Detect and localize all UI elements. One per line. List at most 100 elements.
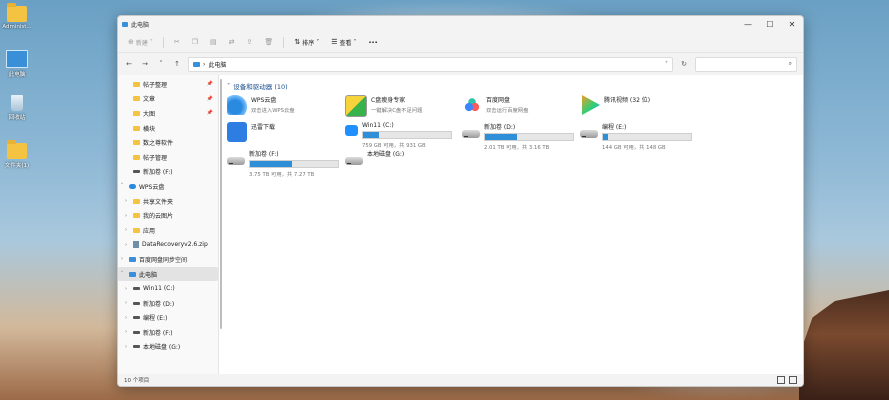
sidebar-item[interactable]: 横块 — [118, 121, 218, 136]
toolbar-divider — [283, 36, 285, 48]
sidebar-item[interactable]: › 我的云图片 — [118, 208, 218, 223]
xunlei-icon — [227, 122, 247, 142]
new-button[interactable]: ⊕ 新建 ˅ — [124, 36, 157, 49]
desktop-icon-folder[interactable]: 文件夹(1) — [2, 140, 32, 169]
chevron-right-icon[interactable]: › — [122, 300, 130, 306]
desktop-icon-label: 此电脑 — [8, 72, 26, 78]
chevron-right-icon[interactable]: › — [122, 198, 130, 204]
sidebar-item[interactable]: 数之尊软件 — [118, 135, 218, 150]
sidebar-item[interactable]: › 应用 — [118, 223, 218, 238]
drive-tile[interactable]: 新加卷 (F:) 3.75 TB 可用，共 7.27 TB — [227, 149, 345, 178]
chevron-right-icon[interactable]: › — [122, 344, 130, 350]
scissors-icon: ✂ — [173, 38, 180, 46]
view-label: 查看 — [339, 39, 352, 47]
drive-tile[interactable]: 腾讯视频 (32 位) — [580, 95, 698, 121]
section-header-devices[interactable]: ˅ 设备和驱动器 (10) — [227, 79, 803, 93]
chevron-right-icon[interactable]: › — [118, 256, 126, 262]
drive-tile[interactable]: Win11 (C:) 759 GB 可用，共 931 GB — [345, 122, 463, 149]
chevron-down-icon[interactable]: ˅ — [118, 183, 126, 189]
chevron-right-icon[interactable]: › — [122, 329, 130, 335]
close-button[interactable]: ✕ — [781, 20, 803, 29]
sidebar-item[interactable]: › 本地磁盘 (G:) — [118, 340, 218, 355]
drive-tile[interactable]: 新加卷 (D:) 2.01 TB 可用，共 3.16 TB — [462, 122, 580, 151]
computer-icon — [122, 21, 128, 27]
folder-icon — [133, 81, 140, 87]
folder-icon — [7, 140, 27, 159]
maximize-button[interactable]: ☐ — [759, 20, 781, 29]
search-box[interactable]: ⌕ — [695, 56, 797, 72]
details-view-icon[interactable] — [777, 376, 785, 384]
tab-this-pc[interactable]: 此电脑 — [122, 20, 149, 29]
folder-icon — [133, 227, 140, 233]
chevron-down-icon: ˅ — [353, 38, 357, 46]
sidebar-item[interactable]: › 编程 (E:) — [118, 311, 218, 326]
sidebar-item[interactable]: › Win11 (C:) — [118, 281, 218, 296]
sidebar-item-label: 共享文件夹 — [143, 198, 174, 206]
tile-name: 迅雷下载 — [251, 124, 276, 131]
computer-icon — [129, 271, 136, 277]
chevron-right-icon[interactable]: › — [122, 213, 130, 219]
drive-tile[interactable]: 迅雷下载 — [227, 122, 345, 148]
capacity-bar — [602, 133, 692, 141]
minimize-button[interactable]: — — [737, 20, 759, 29]
chevron-down-icon[interactable]: ˅ — [118, 271, 126, 277]
desktop-icon-this-pc[interactable]: 此电脑 — [2, 50, 32, 78]
sidebar-item[interactable]: › 百度网盘同步空间 — [118, 252, 218, 267]
paste-button[interactable]: ▤ — [206, 36, 221, 48]
address-row: ← → ˅ ↑ › 此电脑 ˅ ↻ ⌕ — [118, 53, 803, 75]
address-bar[interactable]: › 此电脑 ˅ — [188, 56, 673, 72]
chevron-down-icon[interactable]: ˅ — [665, 61, 668, 68]
drive-tile[interactable]: 编程 (E:) 144 GB 可用，共 148 GB — [580, 122, 698, 151]
cut-button[interactable]: ✂ — [170, 36, 184, 48]
tile-name: C盘瘦身专家 — [371, 97, 406, 104]
sidebar-item[interactable]: 新加卷 (F:) — [118, 165, 218, 180]
search-icon: ⌕ — [788, 60, 792, 67]
sidebar-item[interactable]: › DataRecoveryv2.6.zip — [118, 238, 218, 253]
rename-button[interactable]: ⇄ — [225, 36, 239, 48]
sidebar-item[interactable]: 文章 📌 — [118, 92, 218, 107]
tile-name: WPS云盘 — [251, 97, 277, 104]
sort-button[interactable]: ⇅ 排序 ˅ — [290, 36, 323, 49]
drive-icon — [133, 287, 140, 291]
refresh-icon[interactable]: ↻ — [679, 60, 689, 68]
sidebar-item[interactable]: 帖子管理 — [118, 150, 218, 165]
sidebar-item[interactable]: › 新加卷 (F:) — [118, 325, 218, 340]
tiles-view-icon[interactable] — [789, 376, 797, 384]
sidebar-item[interactable]: › 共享文件夹 — [118, 194, 218, 209]
sidebar-item[interactable]: ˅ WPS云盘 — [118, 179, 218, 194]
up-arrow-icon[interactable]: ↑ — [172, 60, 182, 68]
chevron-right-icon[interactable]: › — [122, 242, 130, 248]
view-button[interactable]: ☰ 查看 ˅ — [327, 36, 360, 49]
pin-icon: 📌 — [206, 110, 213, 117]
delete-button[interactable]: 🗑 — [260, 36, 277, 48]
drive-tile[interactable]: 百度网盘 双击运行百度网盘 — [462, 95, 580, 121]
breadcrumb-this-pc[interactable]: 此电脑 — [208, 60, 226, 69]
more-icon: ··· — [368, 37, 378, 47]
back-arrow-icon[interactable]: ← — [124, 60, 134, 68]
sidebar-item-label: 新加卷 (D:) — [143, 300, 175, 308]
chevron-right-icon[interactable]: › — [122, 227, 130, 233]
recent-chevron-icon[interactable]: ˅ — [156, 60, 166, 68]
sidebar-item[interactable]: › 新加卷 (D:) — [118, 296, 218, 311]
desktop-icon-label: 回收站 — [8, 115, 26, 121]
drive-tile[interactable]: C盘瘦身专家 一键解决C盘不足问题 — [345, 95, 463, 121]
forward-arrow-icon[interactable]: → — [140, 60, 150, 68]
tile-subtitle: 双击运行百度网盘 — [486, 108, 529, 114]
section-title: 设备和驱动器 (10) — [233, 83, 288, 91]
sidebar-item-label: Win11 (C:) — [143, 285, 175, 293]
tile-name: 新加卷 (D:) — [484, 124, 516, 131]
desktop-icon-admin-folder[interactable]: Administ... — [2, 3, 32, 30]
sidebar-item[interactable]: 帖子整理 📌 — [118, 77, 218, 92]
share-button[interactable]: ⇪ — [243, 36, 257, 48]
sidebar-item-label: 文章 — [143, 96, 156, 104]
copy-button[interactable]: ❐ — [188, 36, 202, 48]
more-options-button[interactable]: ··· — [365, 36, 382, 49]
drive-tile[interactable]: 本地磁盘 (G:) — [345, 149, 463, 175]
drive-icon — [133, 345, 140, 349]
chevron-right-icon[interactable]: › — [122, 315, 130, 321]
chevron-right-icon[interactable]: › — [122, 286, 130, 292]
sidebar-item[interactable]: 大图 📌 — [118, 106, 218, 121]
sidebar-item[interactable]: ˅ 此电脑 — [118, 266, 218, 282]
drive-tile[interactable]: WPS云盘 双击进入WPS云盘 — [227, 95, 345, 121]
desktop-icon-recycle-bin[interactable]: 回收站 — [2, 95, 32, 121]
